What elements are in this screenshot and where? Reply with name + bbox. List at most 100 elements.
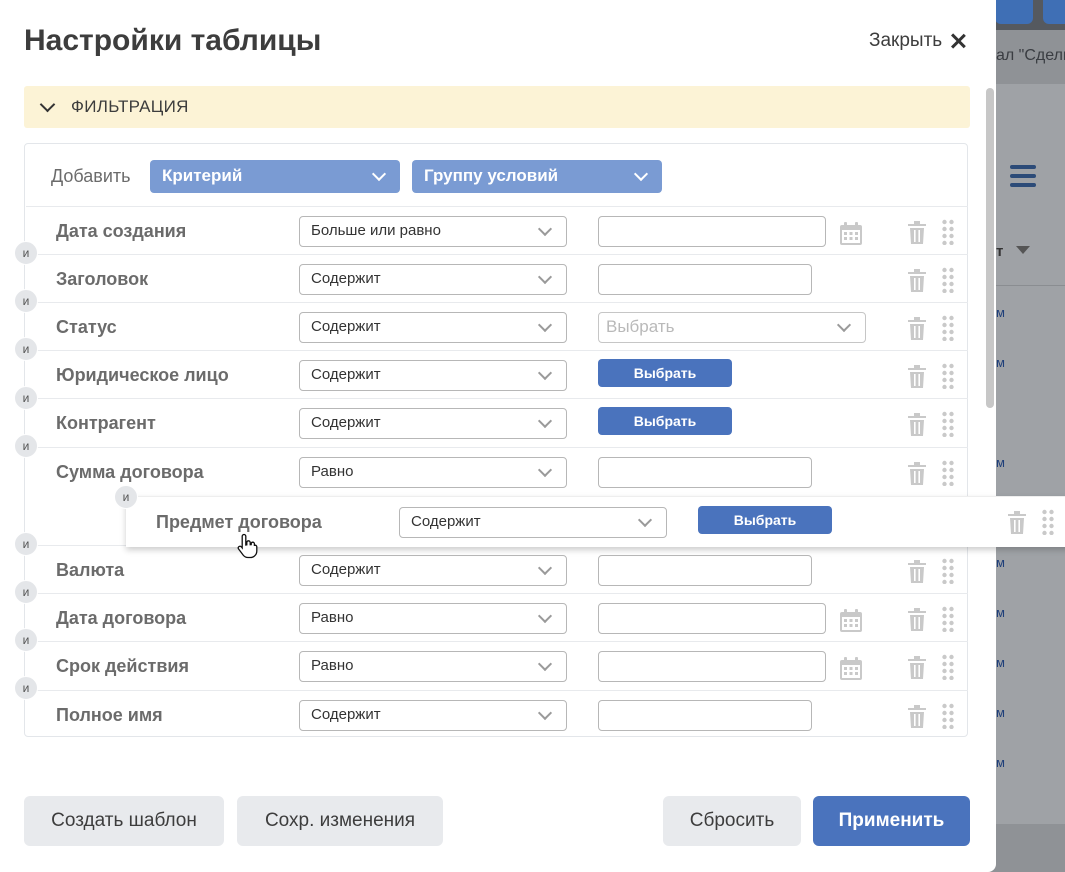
drag-handle-icon[interactable] (942, 654, 954, 681)
value-input[interactable] (598, 603, 826, 634)
pick-value-button[interactable]: Выбрать (598, 359, 732, 387)
background-cell: м (996, 705, 1005, 720)
chevron-down-icon (537, 462, 553, 478)
row-label: Предмет договора (156, 512, 322, 532)
apply-button[interactable]: Применить (813, 796, 970, 846)
drag-handle-icon[interactable] (942, 363, 954, 390)
menu-icon (1010, 165, 1036, 191)
drag-handle-icon[interactable] (942, 219, 954, 246)
and-connector-badge: и (14, 337, 38, 361)
and-connector-badge: и (14, 289, 38, 313)
create-template-button[interactable]: Создать шаблон (24, 796, 224, 846)
row-label: Заголовок (56, 269, 149, 289)
drag-handle-icon[interactable] (942, 606, 954, 633)
background-cell: м (996, 455, 1005, 470)
and-connector-badge: и (14, 386, 38, 410)
pick-value-button[interactable]: Выбрать (598, 407, 732, 435)
operator-select[interactable]: Содержит (299, 360, 567, 391)
filtering-section-header[interactable]: ФИЛЬТРАЦИЯ (24, 86, 970, 128)
filter-row: Контрагент Содержит Выбрать (26, 398, 968, 446)
background-cell: м (996, 305, 1005, 320)
pick-value-button[interactable]: Выбрать (698, 506, 832, 534)
dragging-filter-row[interactable]: Предмет договора Содержит Выбрать (126, 496, 1065, 547)
filter-row: Срок действия Равно (26, 641, 968, 689)
trash-icon[interactable] (907, 560, 927, 584)
save-changes-button[interactable]: Сохр. изменения (237, 796, 443, 846)
background-cell: м (996, 555, 1005, 570)
trash-icon[interactable] (907, 221, 927, 245)
operator-value: Содержит (311, 414, 381, 431)
value-input[interactable] (598, 651, 826, 682)
chevron-down-icon (537, 317, 553, 333)
close-button[interactable]: Закрыть (869, 30, 966, 52)
add-criterion-select[interactable]: Критерий (150, 160, 400, 193)
value-placeholder: Выбрать (606, 317, 675, 336)
drag-handle-icon[interactable] (942, 460, 954, 487)
operator-value: Равно (311, 609, 354, 626)
background-column-header: т (996, 243, 1004, 260)
drag-handle-icon[interactable] (942, 267, 954, 294)
trash-icon[interactable] (907, 705, 927, 729)
table-settings-modal: Настройки таблицы Закрыть ФИЛЬТРАЦИЯ Доб… (0, 0, 1065, 872)
drag-handle-icon[interactable] (942, 558, 954, 585)
trash-icon[interactable] (907, 462, 927, 486)
filter-row: Юридическое лицо Содержит Выбрать (26, 350, 968, 398)
operator-select[interactable]: Содержит (299, 264, 567, 295)
operator-select[interactable]: Содержит (299, 408, 567, 439)
operator-select[interactable]: Содержит (299, 555, 567, 586)
value-select[interactable]: Выбрать (598, 312, 866, 343)
drag-handle-icon[interactable] (942, 703, 954, 730)
filter-row: Заголовок Содержит (26, 254, 968, 302)
modal-title: Настройки таблицы (24, 24, 322, 57)
add-group-select[interactable]: Группу условий (412, 160, 662, 193)
filter-row: Статус Содержит Выбрать (26, 302, 968, 350)
background-cell: м (996, 355, 1005, 370)
drag-handle-icon[interactable] (942, 411, 954, 438)
value-input[interactable] (598, 700, 812, 731)
and-connector-badge: и (14, 241, 38, 265)
calendar-icon[interactable] (839, 222, 863, 246)
row-label: Дата договора (56, 608, 187, 628)
trash-icon[interactable] (907, 608, 927, 632)
filter-row: Валюта Содержит (26, 545, 968, 593)
operator-select[interactable]: Равно (299, 603, 567, 634)
trash-icon[interactable] (907, 269, 927, 293)
trash-icon[interactable] (907, 365, 927, 389)
operator-select[interactable]: Больше или равно (299, 216, 567, 247)
row-label: Валюта (56, 560, 125, 580)
trash-icon[interactable] (907, 317, 927, 341)
add-criterion-label: Критерий (162, 166, 243, 185)
row-label: Дата создания (56, 221, 187, 241)
reset-button[interactable]: Сбросить (663, 796, 801, 846)
operator-select[interactable]: Содержит (299, 312, 567, 343)
scrollbar[interactable] (986, 88, 994, 408)
chevron-down-icon (537, 560, 553, 576)
value-input[interactable] (598, 264, 812, 295)
trash-icon[interactable] (907, 656, 927, 680)
calendar-icon[interactable] (839, 609, 863, 633)
hand-cursor-icon (237, 533, 259, 559)
value-input[interactable] (598, 216, 826, 247)
value-input[interactable] (598, 457, 812, 488)
calendar-icon[interactable] (839, 657, 863, 681)
value-input[interactable] (598, 555, 812, 586)
row-label: Полное имя (56, 705, 163, 725)
chevron-down-icon (633, 166, 649, 182)
drag-handle-icon[interactable] (1042, 509, 1054, 536)
close-icon (950, 33, 966, 49)
operator-select[interactable]: Равно (299, 651, 567, 682)
and-connector-badge: и (14, 532, 38, 556)
background-row-divider (990, 285, 1065, 286)
chevron-down-icon (537, 608, 553, 624)
operator-select[interactable]: Содержит (399, 507, 667, 538)
drag-handle-icon[interactable] (942, 315, 954, 342)
background-top-button (1043, 0, 1065, 24)
operator-select[interactable]: Равно (299, 457, 567, 488)
trash-icon[interactable] (1007, 511, 1027, 535)
background-cell: м (996, 655, 1005, 670)
row-label: Контрагент (56, 413, 156, 433)
filter-row: Полное имя Содержит (26, 690, 968, 738)
operator-select[interactable]: Содержит (299, 700, 567, 731)
operator-value: Содержит (311, 706, 381, 723)
trash-icon[interactable] (907, 413, 927, 437)
